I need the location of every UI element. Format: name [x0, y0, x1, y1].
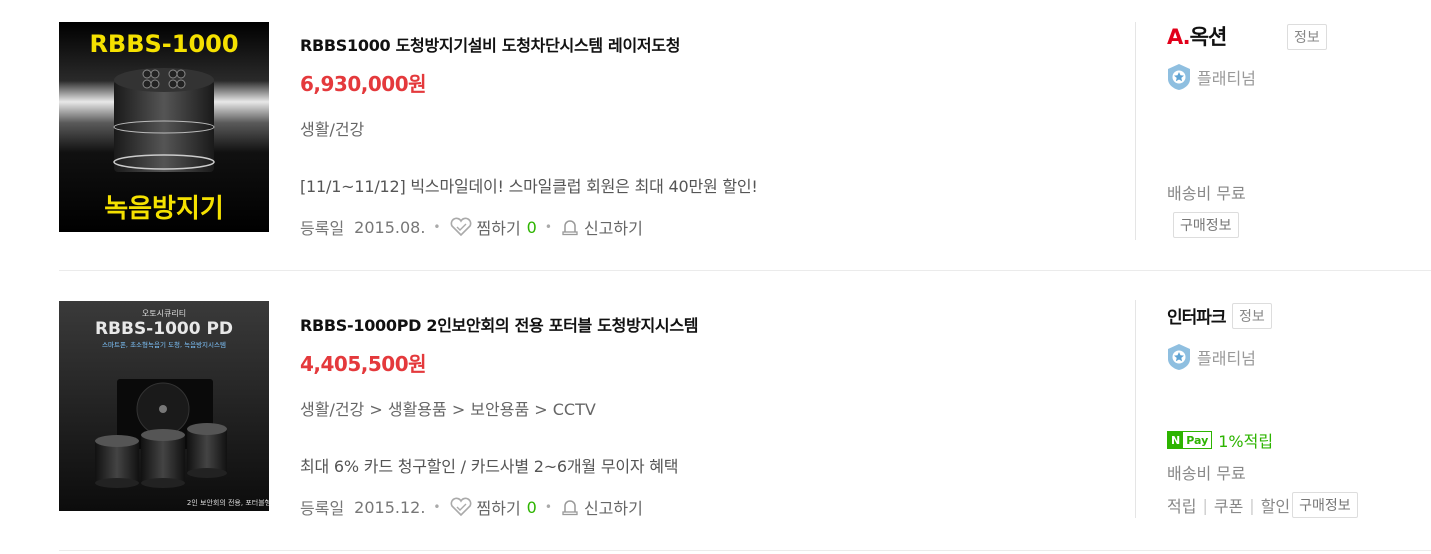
- heart-icon: [450, 217, 471, 237]
- product-info: RBBS1000 도청방지기설비 도청차단시스템 레이저도청 6,930,000…: [300, 0, 1120, 250]
- product-price: 6,930,000원: [300, 72, 427, 96]
- npay-pay-mark: Pay: [1186, 433, 1209, 447]
- mall-logo[interactable]: A.옥션: [1167, 21, 1227, 51]
- benefit-point[interactable]: 적립: [1167, 493, 1196, 517]
- auction-logo-text: A.옥션: [1167, 25, 1227, 49]
- image-caption-small: 오토시큐리티: [142, 309, 186, 318]
- npay-point-label: 1%적립: [1218, 432, 1274, 451]
- zzim-button[interactable]: 찜하기 0: [449, 495, 537, 519]
- mall-info: 인터파크 정보 플래티넘 N Pay 1%적립 배송비 무료 적립 | 쿠폰 |…: [1167, 280, 1431, 530]
- image-caption-bottom: 2인 보안회의 전용, 포터블형: [187, 498, 269, 507]
- mall-grade: 플래티넘: [1167, 63, 1256, 91]
- product-item: 오토시큐리티 RBBS-1000 PD 스마트폰, 초소형녹음기 도청, 녹음방…: [59, 280, 1431, 530]
- buy-info-button[interactable]: 구매정보: [1173, 212, 1239, 238]
- platinum-badge-icon: [1168, 344, 1190, 370]
- separator-dot: •: [433, 220, 441, 234]
- product-image: 오토시큐리티 RBBS-1000 PD 스마트폰, 초소형녹음기 도청, 녹음방…: [59, 301, 269, 511]
- product-description: 최대 6% 카드 청구할인 / 카드사별 2~6개월 무이자 혜택: [300, 457, 679, 476]
- product-image: RBBS-1000 녹음방지기: [59, 22, 269, 232]
- benefit-discount[interactable]: 할인: [1261, 493, 1290, 517]
- zzim-label: 찜하기: [476, 219, 521, 238]
- report-label: 신고하기: [583, 499, 643, 518]
- reg-label: 등록일: [300, 499, 345, 518]
- product-title[interactable]: RBBS1000 도청방지기설비 도청차단시스템 레이저도청: [300, 32, 680, 56]
- product-info: RBBS-1000PD 2인보안회의 전용 포터블 도청방지시스템 4,405,…: [300, 280, 1120, 530]
- product-category[interactable]: 생활/건강: [300, 116, 364, 140]
- separator-bar: |: [1202, 495, 1208, 515]
- npay-n-mark: N: [1168, 432, 1184, 448]
- platinum-badge-icon: [1168, 64, 1190, 90]
- mall-logo[interactable]: 인터파크: [1167, 303, 1227, 328]
- benefits-row: 적립 | 쿠폰 | 할인 구매정보: [1167, 492, 1358, 518]
- reg-date: 2015.08.: [354, 217, 426, 237]
- siren-icon: [562, 220, 578, 236]
- buy-info-button[interactable]: 구매정보: [1292, 492, 1358, 518]
- mall-info: A.옥션 정보 플래티넘 배송비 무료 구매정보: [1167, 0, 1431, 250]
- report-button[interactable]: 신고하기: [560, 495, 643, 519]
- separator-dot: •: [544, 220, 552, 234]
- npay-point: N Pay 1%적립: [1167, 428, 1273, 452]
- grade-label: 플래티넘: [1197, 349, 1256, 368]
- divider: [1135, 300, 1136, 518]
- product-price: 4,405,500원: [300, 352, 427, 376]
- separator-bar: |: [1249, 495, 1255, 515]
- mall-grade: 플래티넘: [1167, 343, 1256, 371]
- product-thumbnail[interactable]: 오토시큐리티 RBBS-1000 PD 스마트폰, 초소형녹음기 도청, 녹음방…: [59, 301, 269, 511]
- image-caption-top: RBBS-1000: [89, 30, 238, 58]
- image-caption-top: RBBS-1000 PD: [95, 319, 233, 339]
- grade-label: 플래티넘: [1197, 69, 1256, 88]
- product-title[interactable]: RBBS-1000PD 2인보안회의 전용 포터블 도청방지시스템: [300, 312, 698, 336]
- product-meta: 등록일 2015.12. • 찜하기 0 • 신고하기: [300, 495, 643, 519]
- report-button[interactable]: 신고하기: [560, 215, 643, 239]
- item-separator: [59, 270, 1431, 271]
- product-item: RBBS-1000 녹음방지기 RBBS1000 도청방지기설비 도청차단시스템…: [59, 0, 1431, 250]
- product-category[interactable]: 생활/건강 > 생활용품 > 보안용품 > CCTV: [300, 396, 596, 420]
- benefit-coupon[interactable]: 쿠폰: [1214, 493, 1243, 517]
- separator-dot: •: [433, 500, 441, 514]
- shipping-info: 배송비 무료: [1167, 184, 1246, 203]
- npay-icon: N Pay: [1167, 431, 1213, 449]
- reg-date: 2015.12.: [354, 497, 426, 517]
- reg-label: 등록일: [300, 219, 345, 238]
- heart-icon: [450, 497, 471, 517]
- siren-icon: [562, 500, 578, 516]
- divider: [1135, 22, 1136, 240]
- shipping-info: 배송비 무료: [1167, 464, 1246, 483]
- image-caption-sub: 스마트폰, 초소형녹음기 도청, 녹음방지시스템: [102, 340, 226, 349]
- product-description: [11/1~11/12] 빅스마일데이! 스마일클럽 회원은 최대 40만원 할…: [300, 177, 758, 196]
- report-label: 신고하기: [583, 219, 643, 238]
- mall-info-button[interactable]: 정보: [1287, 24, 1327, 50]
- zzim-count: 0: [526, 217, 537, 237]
- product-thumbnail[interactable]: RBBS-1000 녹음방지기: [59, 22, 269, 232]
- product-meta: 등록일 2015.08. • 찜하기 0 • 신고하기: [300, 215, 643, 239]
- item-separator: [59, 550, 1431, 551]
- image-caption-bottom: 녹음방지기: [104, 194, 224, 224]
- zzim-label: 찜하기: [476, 499, 521, 518]
- separator-dot: •: [544, 500, 552, 514]
- zzim-count: 0: [526, 497, 537, 517]
- zzim-button[interactable]: 찜하기 0: [449, 215, 537, 239]
- mall-info-button[interactable]: 정보: [1232, 303, 1272, 329]
